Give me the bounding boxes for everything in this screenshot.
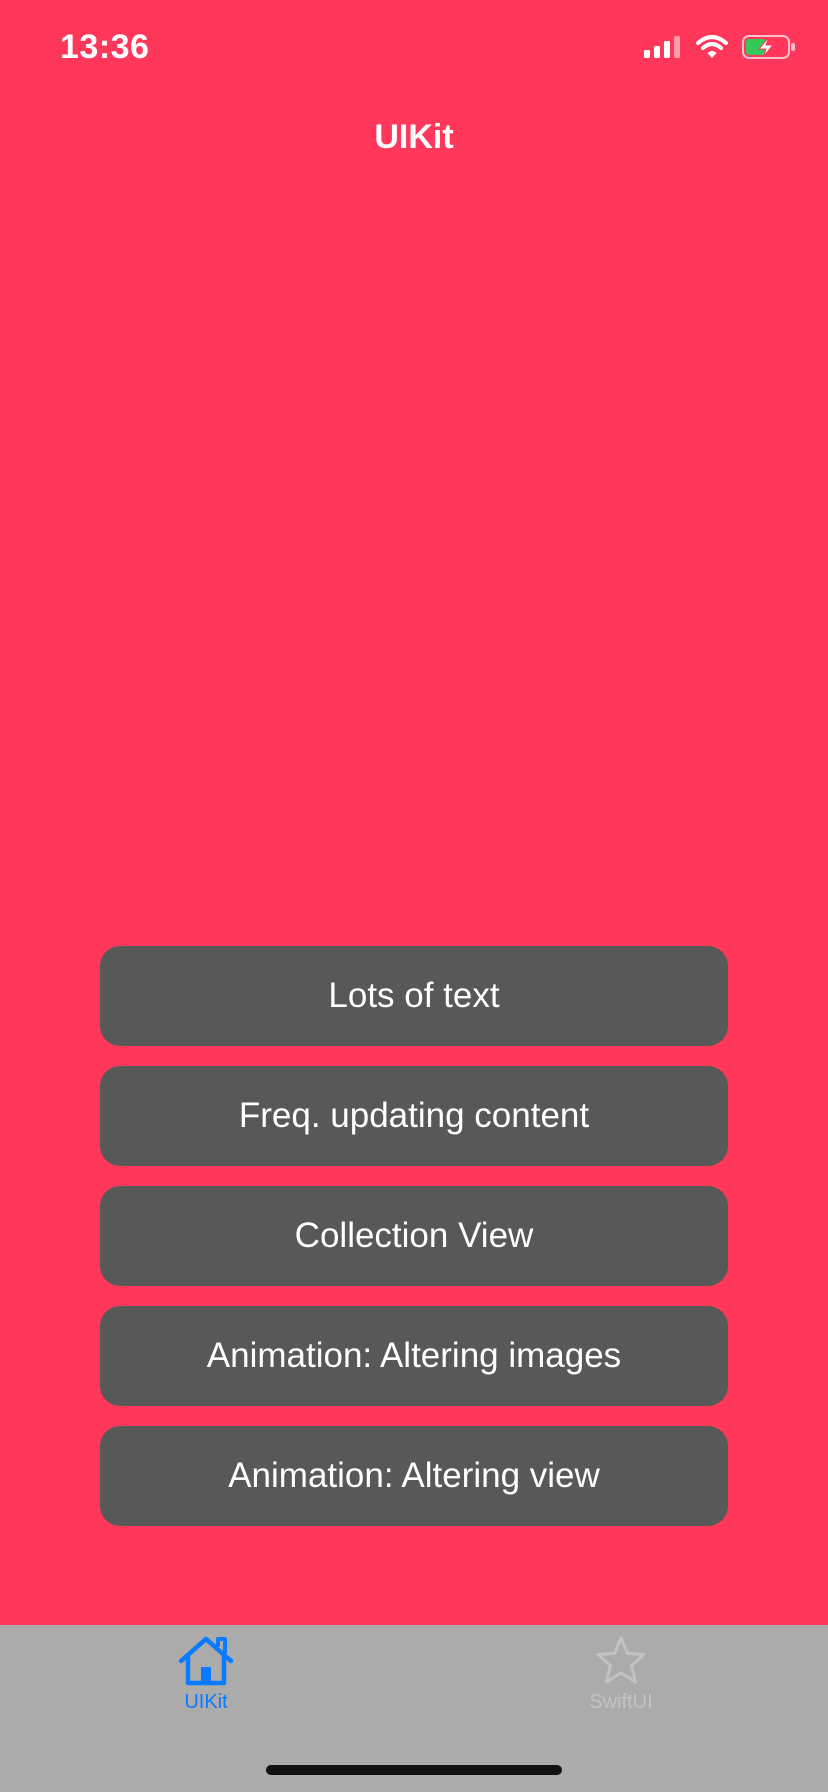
freq-updating-content-button[interactable]: Freq. updating content xyxy=(100,1066,728,1166)
tab-swiftui[interactable]: SwiftUI xyxy=(521,1635,721,1714)
animation-altering-view-button[interactable]: Animation: Altering view xyxy=(100,1426,728,1526)
tab-uikit[interactable]: UIKit xyxy=(106,1635,306,1714)
tab-uikit-label: UIKit xyxy=(184,1691,228,1713)
status-icons xyxy=(644,34,796,64)
status-bar: 13:36 xyxy=(0,0,828,100)
page-title: UIKit xyxy=(374,118,454,156)
star-icon xyxy=(593,1635,649,1687)
animation-altering-images-button[interactable]: Animation: Altering images xyxy=(100,1306,728,1406)
house-icon xyxy=(177,1635,235,1687)
home-indicator[interactable] xyxy=(266,1765,562,1775)
lots-of-text-button[interactable]: Lots of text xyxy=(100,946,728,1046)
status-time: 13:36 xyxy=(60,28,150,66)
cellular-signal-icon xyxy=(644,35,682,63)
tab-swiftui-label: SwiftUI xyxy=(589,1691,653,1713)
wifi-icon xyxy=(696,34,728,64)
action-button-list: Lots of text Freq. updating content Coll… xyxy=(100,946,728,1526)
battery-charging-icon xyxy=(742,34,796,64)
collection-view-button[interactable]: Collection View xyxy=(100,1186,728,1286)
